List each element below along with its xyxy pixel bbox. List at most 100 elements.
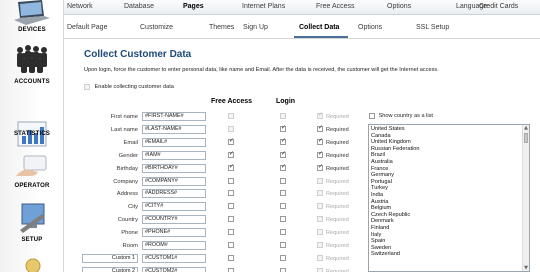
scroll-up-icon[interactable]: ▲ — [523, 125, 529, 131]
scroll-thumb[interactable] — [524, 133, 528, 143]
subtab-options[interactable]: Options — [358, 24, 382, 31]
login-checkbox[interactable] — [280, 242, 286, 248]
subtab-ssl-setup[interactable]: SSL Setup — [416, 24, 449, 31]
country-option[interactable]: Switzerland — [371, 251, 420, 258]
free-access-checkbox[interactable] — [228, 113, 234, 119]
required-checkbox[interactable] — [317, 216, 323, 223]
country-option[interactable]: Italy — [371, 232, 420, 239]
country-option[interactable]: Portugal — [371, 179, 420, 186]
field-variable-input[interactable]: #CUSTOM1# — [142, 253, 206, 263]
required-checkbox[interactable] — [317, 163, 323, 171]
login-column-header: Login — [276, 98, 296, 105]
country-option[interactable]: Brazil — [371, 152, 420, 159]
free-access-checkbox[interactable] — [228, 203, 234, 210]
login-checkbox[interactable] — [280, 254, 286, 261]
field-variable-input[interactable]: #IAM# — [142, 150, 206, 160]
tab-pages[interactable]: Pages — [183, 3, 204, 10]
free-access-checkbox[interactable] — [228, 177, 234, 184]
login-checkbox[interactable] — [280, 190, 286, 197]
scroll-down-icon[interactable]: ▼ — [523, 265, 529, 271]
free-access-checkbox[interactable] — [228, 163, 234, 171]
country-list-scrollbar[interactable]: ▲ ▼ — [522, 125, 529, 271]
country-option[interactable]: United Kingdom — [371, 139, 420, 146]
country-option[interactable]: Finland — [371, 225, 420, 232]
custom-field-name-input[interactable]: Custom 2 — [82, 266, 138, 272]
required-checkbox[interactable] — [317, 190, 323, 197]
login-checkbox[interactable] — [280, 203, 286, 210]
tab-internet-plans[interactable]: Internet Plans — [242, 3, 285, 10]
field-variable-input[interactable]: #COMPANY# — [142, 176, 206, 186]
country-option[interactable]: Spain — [371, 238, 420, 245]
sidebar-item-setup[interactable]: SETUP — [0, 200, 64, 248]
country-option[interactable]: Austria — [371, 199, 420, 206]
free-access-checkbox[interactable] — [228, 242, 234, 248]
country-option[interactable]: Czech Republic — [371, 212, 420, 219]
country-option[interactable]: France — [371, 166, 420, 173]
field-variable-input[interactable]: #FIRST-NAME# — [142, 112, 206, 121]
required-checkbox[interactable] — [317, 254, 323, 261]
sidebar-item-devices[interactable]: DEVICES — [0, 0, 64, 36]
sidebar-item-statistics[interactable]: STATISTICS — [0, 90, 64, 147]
tab-options[interactable]: Options — [387, 3, 411, 10]
sidebar-item-operator[interactable]: OPERATOR — [0, 150, 64, 195]
required-checkbox[interactable] — [317, 229, 323, 236]
login-checkbox[interactable] — [280, 137, 286, 145]
login-checkbox[interactable] — [280, 124, 286, 132]
country-option[interactable]: India — [371, 192, 420, 199]
login-checkbox[interactable] — [280, 113, 286, 119]
field-variable-input[interactable]: #PHONE# — [142, 228, 206, 238]
country-option[interactable]: Denmark — [371, 218, 420, 225]
required-checkbox[interactable] — [317, 267, 323, 272]
tab-database[interactable]: Database — [124, 3, 154, 10]
custom-field-name-input[interactable]: Custom 1 — [82, 253, 138, 263]
country-listbox[interactable]: United States Canada United Kingdom Russian… — [368, 124, 530, 272]
free-access-checkbox[interactable] — [228, 267, 234, 272]
subtab-default-page[interactable]: Default Page — [67, 24, 107, 31]
required-checkbox[interactable] — [317, 203, 323, 210]
field-variable-input[interactable]: #BIRTHDAY# — [142, 163, 206, 173]
free-access-checkbox[interactable] — [228, 125, 234, 132]
tab-credit-cards[interactable]: Credit Cards — [479, 3, 518, 10]
country-option[interactable]: Australia — [371, 159, 420, 166]
field-variable-input[interactable]: #ROOM# — [142, 241, 206, 250]
subtab-sign-up[interactable]: Sign Up — [243, 24, 268, 31]
required-checkbox[interactable] — [317, 124, 323, 132]
required-checkbox[interactable] — [317, 137, 323, 145]
sidebar-item-accounts[interactable]: ACCOUNTS — [0, 38, 64, 88]
login-checkbox[interactable] — [280, 163, 286, 171]
country-option[interactable]: Turkey — [371, 185, 420, 192]
country-option[interactable]: United States — [371, 126, 420, 133]
required-checkbox[interactable] — [317, 242, 323, 248]
field-variable-input[interactable]: #EMAIL# — [142, 137, 206, 147]
required-checkbox[interactable] — [317, 111, 323, 119]
free-access-checkbox[interactable] — [228, 150, 234, 158]
country-option[interactable]: Germany — [371, 172, 420, 179]
free-access-checkbox[interactable] — [228, 229, 234, 236]
login-checkbox[interactable] — [280, 216, 286, 223]
enable-collecting-checkbox[interactable] — [84, 84, 90, 90]
country-option[interactable]: Canada — [371, 133, 420, 140]
free-access-checkbox[interactable] — [228, 254, 234, 261]
subtab-themes[interactable]: Themes — [209, 24, 234, 31]
field-variable-input[interactable]: #CITY# — [142, 202, 206, 212]
required-checkbox[interactable] — [317, 150, 323, 158]
subtab-customize[interactable]: Customize — [140, 24, 173, 31]
tab-free-access[interactable]: Free Access — [316, 3, 355, 10]
country-option[interactable]: Russian Federation — [371, 146, 420, 153]
free-access-checkbox[interactable] — [228, 216, 234, 223]
field-variable-input[interactable]: #LAST-NAME# — [142, 124, 206, 134]
field-variable-input[interactable]: #COUNTRY# — [142, 215, 206, 225]
country-option[interactable]: Belgium — [371, 205, 420, 212]
login-checkbox[interactable] — [280, 229, 286, 236]
free-access-checkbox[interactable] — [228, 137, 234, 145]
tab-network[interactable]: Network — [67, 3, 93, 10]
field-variable-input[interactable]: #CUSTOM2# — [142, 266, 206, 272]
required-checkbox[interactable] — [317, 177, 323, 184]
subtab-collect-data[interactable]: Collect Data — [299, 24, 339, 31]
login-checkbox[interactable] — [280, 177, 286, 184]
country-option[interactable]: Sweden — [371, 245, 420, 252]
login-checkbox[interactable] — [280, 150, 286, 158]
login-checkbox[interactable] — [280, 267, 286, 272]
field-variable-input[interactable]: #ADDRESS# — [142, 189, 206, 199]
free-access-checkbox[interactable] — [228, 190, 234, 197]
